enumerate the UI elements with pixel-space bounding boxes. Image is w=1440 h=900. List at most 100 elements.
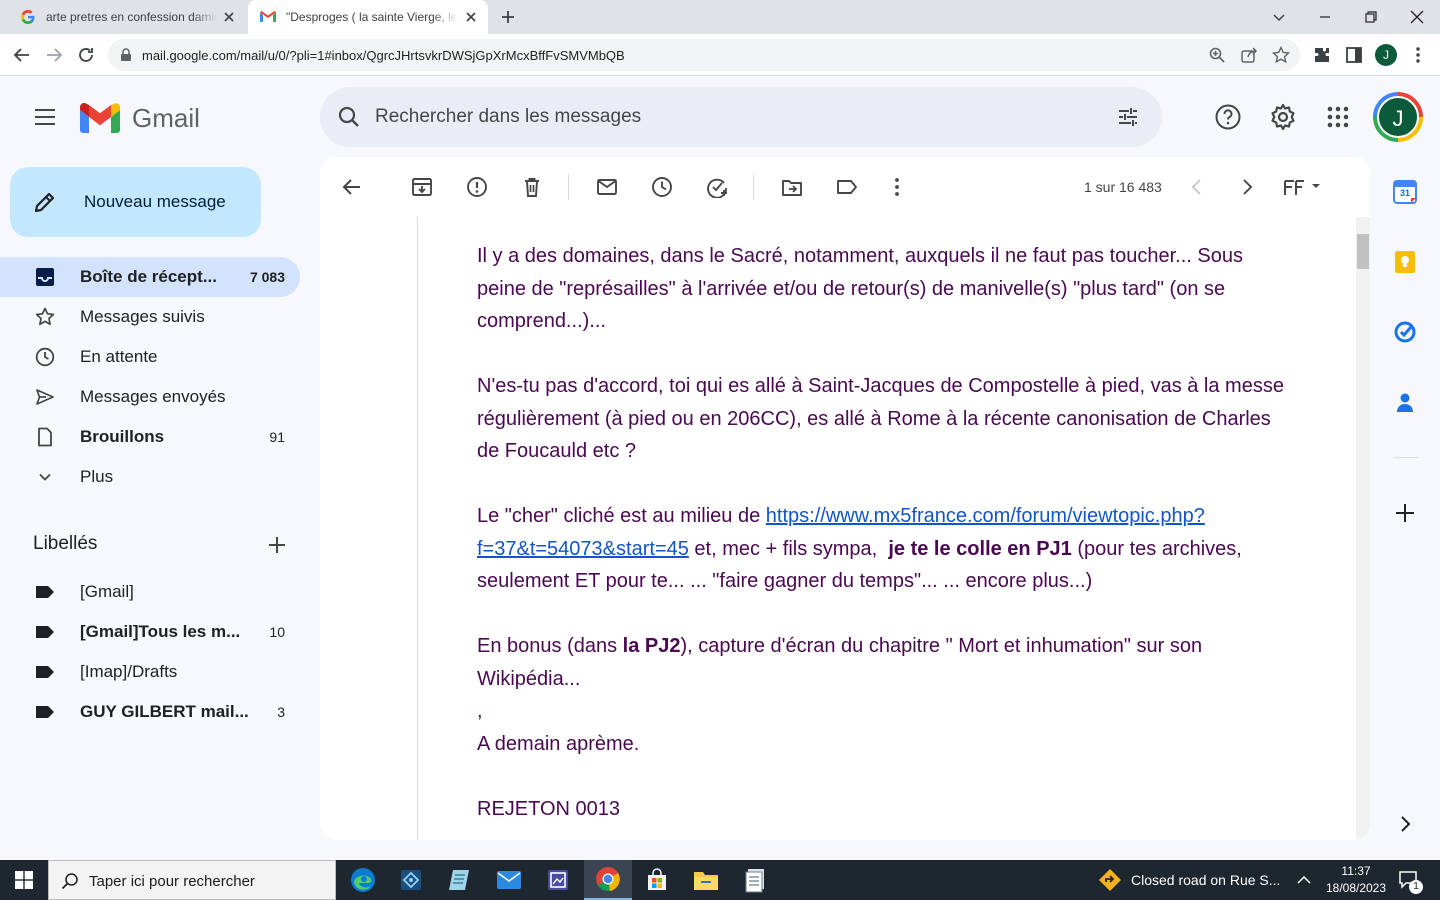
browser-menu-icon[interactable] [1408, 45, 1428, 65]
restore-button[interactable] [1348, 0, 1394, 34]
back-arrow-icon[interactable] [12, 45, 32, 65]
clock-time[interactable]: 11:37 [1320, 864, 1392, 878]
main-menu-icon[interactable] [33, 105, 57, 129]
extensions-puzzle-icon[interactable] [1312, 45, 1332, 65]
chevron-down-icon [1273, 14, 1285, 22]
label-item[interactable]: [Gmail] [0, 572, 300, 612]
taskbar-app-file-explorer[interactable] [682, 860, 730, 900]
close-icon [1410, 10, 1424, 24]
search-bar[interactable]: Rechercher dans les messages [320, 87, 1162, 147]
close-tab-icon[interactable] [464, 10, 478, 24]
message-text: Le "cher" cliché est au milieu de [477, 505, 766, 527]
nav-item-more[interactable]: Plus [0, 457, 300, 497]
move-to-folder-icon[interactable] [781, 176, 803, 198]
tasks-app-button[interactable] [1393, 320, 1417, 344]
taskbar-app-generic[interactable] [387, 860, 435, 900]
message-scrollbar[interactable] [1356, 217, 1370, 840]
snooze-clock-icon[interactable] [651, 176, 673, 198]
help-icon[interactable] [1214, 103, 1242, 131]
forward-arrow-icon[interactable] [44, 45, 64, 65]
nav-item-starred[interactable]: Messages suivis [0, 297, 300, 337]
input-tools-icon[interactable] [1282, 177, 1324, 199]
taskbar-app-notes[interactable] [436, 860, 484, 900]
add-label-icon[interactable] [268, 536, 286, 554]
browser-tab-active[interactable]: "Desproges ( la sainte Vierge, le r [248, 0, 488, 34]
bookmark-star-icon[interactable] [1272, 46, 1290, 64]
show-side-panel-button[interactable] [1393, 812, 1417, 836]
nav-label: Brouillons [80, 427, 165, 446]
contacts-app-button[interactable] [1393, 390, 1417, 414]
back-to-inbox-icon[interactable] [341, 176, 363, 198]
get-addons-button[interactable] [1393, 501, 1417, 525]
nav-item-sent[interactable]: Messages envoyés [0, 377, 300, 417]
message-body-area: Il y a des domaines, dans le Sacré, nota… [417, 217, 1356, 840]
search-icon[interactable] [337, 105, 361, 129]
news-notification-text[interactable]: Closed road on Rue S... [1131, 872, 1280, 888]
zoom-icon[interactable] [1208, 46, 1226, 64]
side-panel-icon[interactable] [1344, 45, 1364, 65]
traffic-alert-icon[interactable] [1098, 868, 1122, 892]
gmail-logo[interactable]: Gmail [80, 100, 200, 136]
nav-item-drafts[interactable]: Brouillons 91 [0, 417, 300, 457]
document-stack-icon [745, 869, 764, 893]
close-window-button[interactable] [1394, 0, 1440, 34]
keep-app-button[interactable] [1393, 250, 1417, 274]
share-icon[interactable] [1240, 46, 1258, 64]
label-icon[interactable] [836, 176, 858, 198]
taskbar-app-store[interactable] [633, 860, 681, 900]
address-bar[interactable]: mail.google.com/mail/u/0/?pli=1#inbox/Qg… [108, 39, 1300, 71]
settings-gear-icon[interactable] [1269, 103, 1297, 131]
windows-logo-icon [15, 871, 33, 889]
tab-search-button[interactable] [1256, 0, 1302, 34]
taskbar-app-mail[interactable] [485, 860, 533, 900]
nav-count: 7 083 [249, 269, 285, 285]
nav-item-inbox[interactable]: Boîte de récept... 7 083 [0, 257, 300, 297]
windows-taskbar: Taper ici pour rechercher Closed road on… [0, 860, 1440, 900]
taskbar-search[interactable]: Taper ici pour rechercher [48, 860, 336, 900]
profile-avatar[interactable]: J [1375, 44, 1397, 66]
new-tab-icon[interactable] [500, 9, 516, 25]
scrollbar-thumb[interactable] [1357, 234, 1369, 269]
minimize-icon [1320, 16, 1330, 18]
add-task-icon[interactable] [706, 176, 728, 198]
notepad-icon [449, 870, 469, 890]
compose-label: Nouveau message [84, 192, 226, 211]
report-spam-icon[interactable] [466, 176, 488, 198]
taskbar-app-document[interactable] [731, 860, 779, 900]
delete-trash-icon[interactable] [521, 176, 543, 198]
label-item[interactable]: [Gmail]Tous les m... 10 [0, 612, 300, 652]
show-hidden-icons-chevron-up-icon[interactable] [1296, 873, 1312, 887]
start-button[interactable] [0, 860, 48, 900]
tasks-check-icon [1394, 321, 1416, 343]
archive-icon[interactable] [411, 176, 433, 198]
mark-unread-envelope-icon[interactable] [596, 176, 618, 198]
account-avatar[interactable]: J [1373, 92, 1423, 142]
more-options-icon[interactable] [886, 176, 908, 198]
search-input[interactable]: Rechercher dans les messages [375, 106, 641, 128]
label-name: [Gmail] [80, 582, 134, 601]
compose-button[interactable]: Nouveau message [10, 167, 261, 237]
label-item[interactable]: GUY GILBERT mail... 3 [0, 692, 300, 732]
taskbar-app-edge[interactable] [339, 860, 387, 900]
tab-title: arte pretres en confession damien [46, 10, 218, 24]
older-chevron-right-icon[interactable] [1236, 176, 1258, 198]
message-text: et, mec + fils sympa, [688, 537, 889, 560]
taskbar-search-input[interactable]: Taper ici pour rechercher [89, 873, 255, 890]
message-paragraph: N'es-tu pas d'accord, toi qui es allé à … [477, 375, 1284, 462]
contacts-person-icon [1397, 393, 1413, 412]
taskbar-app-photos[interactable] [534, 860, 582, 900]
calendar-app-button[interactable]: 31 [1393, 180, 1417, 204]
clock-date[interactable]: 18/08/2023 [1320, 881, 1392, 895]
browser-tab[interactable]: arte pretres en confession damien [8, 0, 246, 34]
taskbar-app-chrome-active[interactable] [584, 860, 632, 900]
browser-tab-strip: arte pretres en confession damien "Despr… [0, 0, 1440, 34]
label-item[interactable]: [Imap]/Drafts [0, 652, 300, 692]
search-options-icon[interactable] [1116, 105, 1140, 129]
minimize-button[interactable] [1302, 0, 1348, 34]
lock-icon[interactable] [120, 48, 132, 62]
nav-item-snoozed[interactable]: En attente [0, 337, 300, 377]
close-tab-icon[interactable] [222, 10, 236, 24]
apps-grid-icon[interactable] [1326, 105, 1350, 129]
reload-icon[interactable] [76, 45, 96, 65]
newer-chevron-left-icon[interactable] [1186, 176, 1208, 198]
